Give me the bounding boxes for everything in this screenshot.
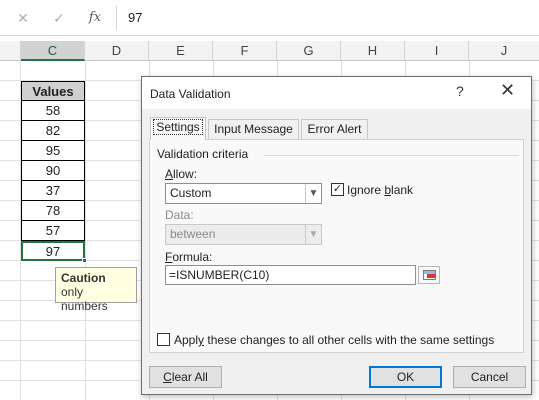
column-header-j[interactable]: J [469,41,539,61]
cancel-icon[interactable]: ✕ [14,9,32,27]
apply-changes-label: Apply these changes to all other cells w… [174,333,495,347]
grid-line [85,61,86,400]
apply-changes-checkbox[interactable] [157,333,170,346]
settings-panel [149,139,524,353]
column-header-f[interactable]: F [213,41,277,61]
column-header-e[interactable]: E [149,41,213,61]
validation-criteria-label: Validation criteria [157,147,249,161]
data-validation-dialog: Data Validation ? ✕ Settings Input Messa… [141,76,532,395]
table-cell[interactable]: 82 [21,121,85,141]
fill-handle[interactable] [82,258,87,263]
tab-settings[interactable]: Settings [150,117,206,140]
range-selector-icon[interactable] [418,266,440,284]
row-header-corner [0,41,21,61]
formula-bar-input[interactable]: 97 [128,10,142,25]
allow-value: Custom [170,186,212,200]
table-cell[interactable]: 37 [21,181,85,201]
input-message-text: only numbers [61,285,108,313]
help-icon[interactable]: ? [456,83,464,99]
table-cell[interactable]: 95 [21,141,85,161]
cancel-button[interactable]: Cancel [453,366,526,388]
table-cell[interactable]: 78 [21,201,85,221]
column-header-g[interactable]: G [277,41,341,61]
formula-label: Formula: [165,250,213,264]
allow-dropdown[interactable]: Custom ▼ [165,183,322,204]
tab-error-alert[interactable]: Error Alert [301,119,368,139]
close-icon[interactable]: ✕ [500,80,515,101]
data-dropdown: between ▼ [165,224,322,245]
formula-input[interactable]: =ISNUMBER(C10) [165,265,416,285]
column-header-h[interactable]: H [341,41,405,61]
data-value: between [170,227,216,241]
column-header-i[interactable]: I [405,41,469,61]
group-divider [264,155,519,156]
values-header-cell[interactable]: Values [21,81,85,101]
ok-button[interactable]: OK [369,366,442,388]
formula-bar-divider [116,6,117,30]
input-message-title: Caution [61,271,106,285]
input-message-tooltip: Caution only numbers [55,267,137,313]
chevron-down-icon: ▼ [305,225,321,244]
enter-icon[interactable]: ✓ [50,9,68,27]
allow-label: Allow: [165,167,198,181]
ignore-blank-label: Ignore blank [347,183,414,197]
ignore-blank-checkbox[interactable]: ✓ [331,183,344,196]
column-header-d[interactable]: D [85,41,149,61]
insert-function-icon[interactable]: fx [86,9,104,27]
dialog-title: Data Validation [150,87,231,101]
table-cell[interactable]: 57 [21,221,85,241]
active-cell[interactable]: 97 [21,241,85,261]
chevron-down-icon: ▼ [305,184,321,203]
dialog-titlebar: Data Validation ? ✕ [142,77,531,109]
column-header-c[interactable]: C [21,41,85,61]
tab-input-message[interactable]: Input Message [208,119,299,139]
data-label: Data: [165,208,194,222]
table-cell[interactable]: 58 [21,101,85,121]
table-cell[interactable]: 90 [21,161,85,181]
clear-all-button[interactable]: Clear All [149,366,222,388]
formula-bar: ✕ ✓ fx 97 [0,0,539,36]
